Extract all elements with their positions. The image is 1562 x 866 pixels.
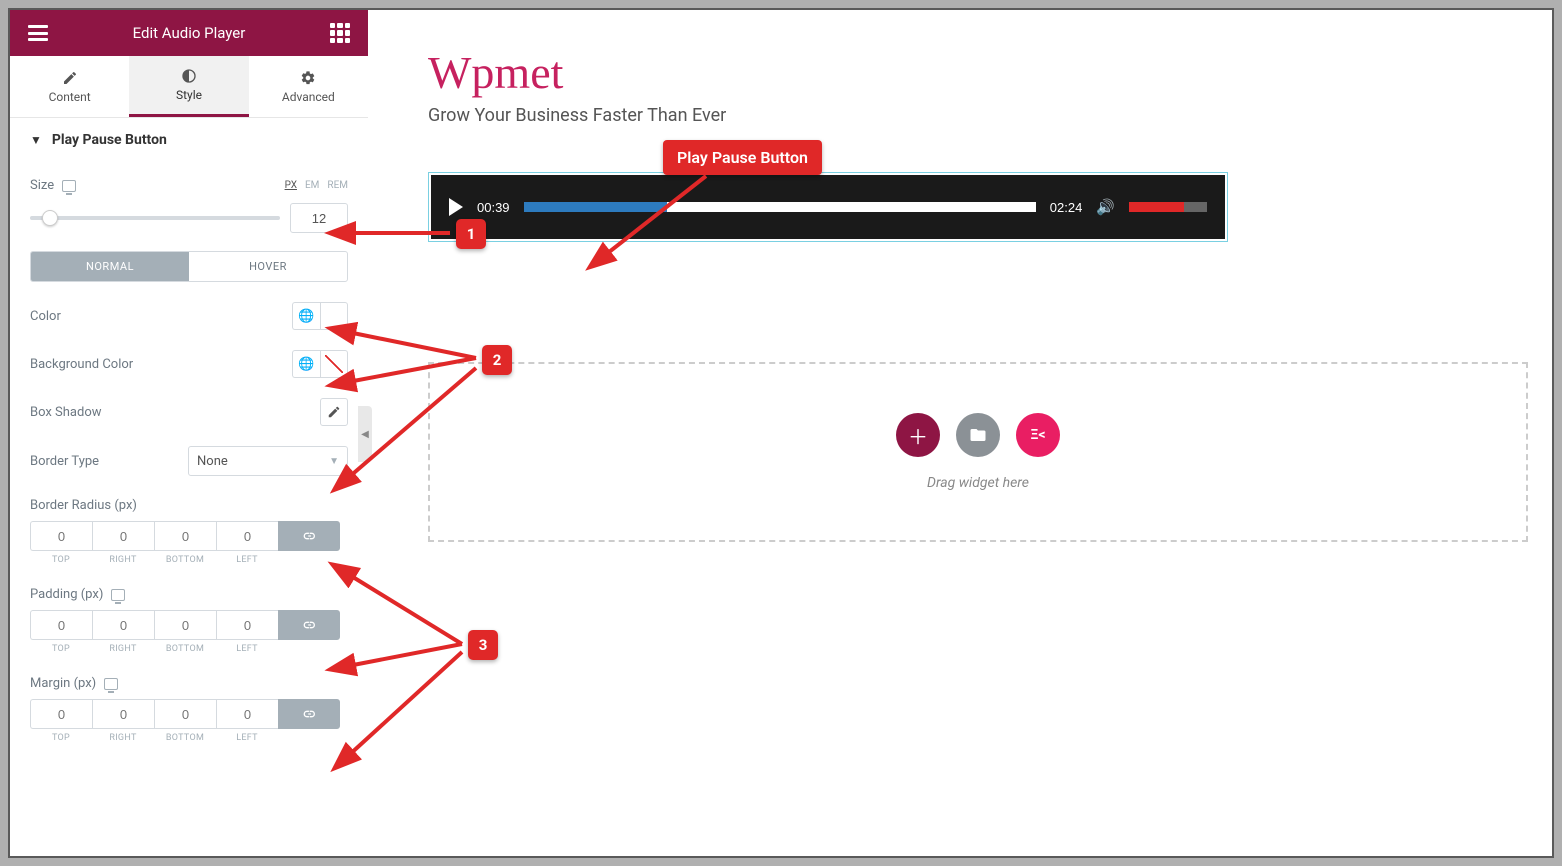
annotation-num-1: 1 [456,219,486,249]
current-time: 00:39 [477,200,510,215]
bgcolor-swatch[interactable] [320,350,348,378]
audio-player-widget[interactable]: 00:39 02:24 🔊 [428,172,1228,242]
state-hover[interactable]: HOVER [189,252,347,281]
apps-icon[interactable] [330,23,350,43]
annotation-num-2: 2 [482,345,512,375]
margin-inputs: TOP RIGHT BOTTOM LEFT [30,699,348,743]
editor-sidebar: Edit Audio Player Content Style Advanced… [10,10,368,856]
bordertype-select[interactable]: None ▼ [188,446,348,476]
editor-tabs: Content Style Advanced [10,56,368,118]
pencil-icon [327,405,341,419]
desktop-icon[interactable] [111,589,125,601]
unit-rem[interactable]: REM [327,180,348,191]
folder-icon [969,426,987,444]
border-radius-inputs: TOP RIGHT BOTTOM LEFT [30,521,348,565]
color-swatch[interactable] [320,302,348,330]
widget-dropzone[interactable]: ＋ Ξ< Drag widget here [428,362,1528,542]
audio-player: 00:39 02:24 🔊 [431,175,1225,239]
state-normal[interactable]: NORMAL [31,252,189,281]
brand-subtitle: Grow Your Business Faster Than Ever [428,105,1528,126]
size-slider[interactable] [30,216,280,220]
menu-icon[interactable] [28,25,48,41]
section-title: Play Pause Button [52,132,167,148]
template-button[interactable] [956,413,1000,457]
size-units: PX EM REM [285,180,348,191]
bgcolor-label: Background Color [30,357,133,372]
chevron-down-icon: ▼ [329,456,339,467]
pencil-icon [62,70,78,86]
radius-top[interactable] [30,521,92,551]
add-section-button[interactable]: ＋ [896,413,940,457]
tab-style[interactable]: Style [129,56,248,117]
size-input[interactable] [290,203,348,233]
section-play-pause[interactable]: ▼ Play Pause Button [10,118,368,162]
margin-left[interactable] [216,699,278,729]
tab-content[interactable]: Content [10,56,129,117]
margin-link[interactable] [278,699,340,729]
boxshadow-edit[interactable] [320,398,348,426]
total-time: 02:24 [1050,200,1083,215]
volume-icon[interactable]: 🔊 [1096,198,1115,216]
radius-left[interactable] [216,521,278,551]
unit-em[interactable]: EM [305,180,319,191]
slider-thumb[interactable] [42,210,58,226]
annotation-num-3: 3 [468,630,498,660]
tab-content-label: Content [49,90,91,104]
color-label: Color [30,309,61,324]
radius-bottom[interactable] [154,521,216,551]
padding-top[interactable] [30,610,92,640]
padding-left[interactable] [216,610,278,640]
elementskit-button[interactable]: Ξ< [1016,413,1060,457]
radius-link[interactable] [278,521,340,551]
padding-label: Padding (px) [30,587,103,602]
annotation-callout: Play Pause Button [663,140,822,175]
bordertype-label: Border Type [30,454,99,469]
unit-px[interactable]: PX [285,180,297,191]
progress-bar[interactable] [524,202,1036,212]
play-button[interactable] [449,198,463,216]
volume-bar[interactable] [1129,202,1207,212]
style-panel: Size PX EM REM NORMAL HOVER Color [10,162,368,763]
link-icon [301,528,317,544]
preview-canvas: Wpmet Grow Your Business Faster Than Eve… [368,10,1552,856]
padding-link[interactable] [278,610,340,640]
margin-bottom[interactable] [154,699,216,729]
padding-inputs: TOP RIGHT BOTTOM LEFT [30,610,348,654]
sidebar-collapse[interactable]: ◀ [358,406,372,462]
globe-icon[interactable]: 🌐 [292,302,320,330]
tab-advanced-label: Advanced [282,90,335,104]
size-label: Size [30,178,54,193]
link-icon [301,706,317,722]
globe-icon[interactable]: 🌐 [292,350,320,378]
margin-right[interactable] [92,699,154,729]
radius-right[interactable] [92,521,154,551]
tab-style-label: Style [176,88,202,102]
editor-title: Edit Audio Player [133,24,246,42]
padding-right[interactable] [92,610,154,640]
brand-title: Wpmet [428,46,1528,99]
progress-fill [524,202,667,212]
tab-advanced[interactable]: Advanced [249,56,368,117]
dropzone-text: Drag widget here [927,475,1029,491]
volume-fill [1129,202,1184,212]
caret-down-icon: ▼ [30,133,42,147]
editor-topbar: Edit Audio Player [10,10,368,56]
desktop-icon[interactable] [104,678,118,690]
padding-bottom[interactable] [154,610,216,640]
margin-label: Margin (px) [30,676,96,691]
contrast-icon [181,68,197,84]
border-radius-label: Border Radius (px) [30,498,137,513]
bordertype-value: None [197,454,228,469]
link-icon [301,617,317,633]
boxshadow-label: Box Shadow [30,405,102,420]
desktop-icon[interactable] [62,180,76,192]
margin-top[interactable] [30,699,92,729]
gear-icon [300,70,316,86]
